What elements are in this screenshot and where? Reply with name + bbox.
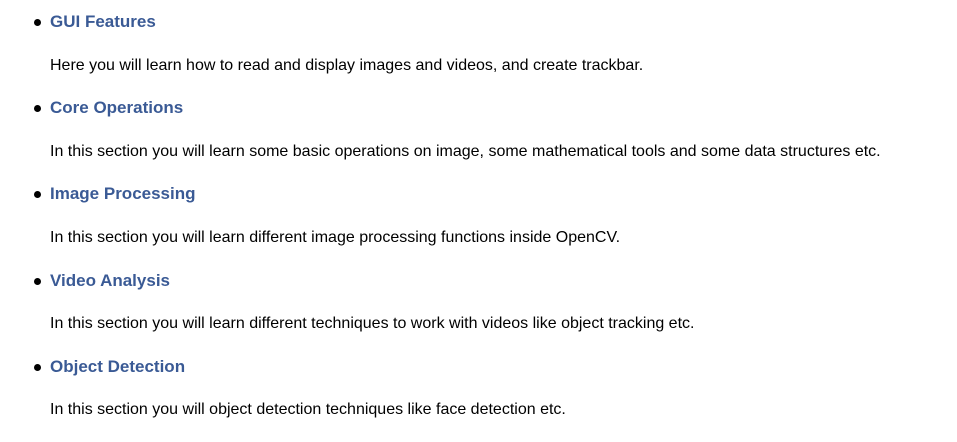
description-object-detection: In this section you will object detectio… <box>50 401 566 418</box>
bullet-icon <box>34 278 41 285</box>
link-image-processing[interactable]: Image Processing <box>50 184 196 204</box>
bullet-icon <box>34 191 41 198</box>
description-core-operations: In this section you will learn some basi… <box>50 143 881 160</box>
bullet-icon <box>34 105 41 112</box>
link-core-operations[interactable]: Core Operations <box>50 98 183 118</box>
link-object-detection[interactable]: Object Detection <box>50 357 185 377</box>
description-video-analysis: In this section you will learn different… <box>50 315 695 332</box>
link-video-analysis[interactable]: Video Analysis <box>50 271 170 291</box>
description-image-processing: In this section you will learn different… <box>50 229 621 246</box>
bullet-icon <box>34 364 41 371</box>
description-gui-features: Here you will learn how to read and disp… <box>50 57 644 74</box>
bullet-icon <box>34 19 41 26</box>
link-gui-features[interactable]: GUI Features <box>50 12 156 32</box>
